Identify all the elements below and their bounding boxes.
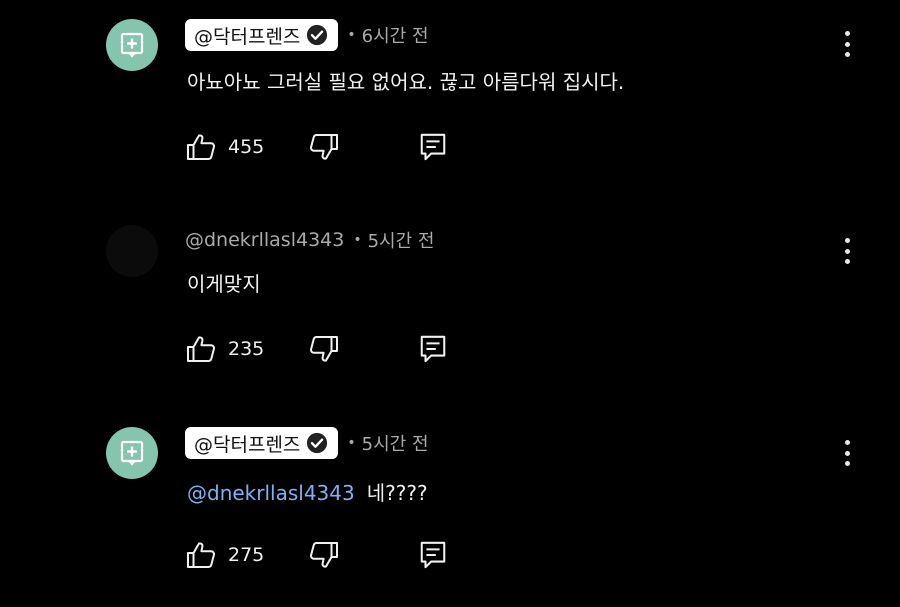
avatar[interactable]: [106, 427, 158, 479]
like-count: 455: [228, 136, 265, 158]
thumbs-down-icon: [308, 333, 340, 365]
channel-logo-icon: [119, 32, 145, 58]
comment-actions: 455: [185, 129, 449, 165]
author-name-chip[interactable]: @닥터프렌즈: [185, 19, 339, 51]
comment-header: @닥터프렌즈 • 5시간 전: [185, 426, 429, 460]
thumbs-down-icon: [308, 131, 340, 163]
thumbs-up-icon: [185, 333, 217, 365]
comment-text: 이게맞지: [187, 272, 261, 296]
comment-actions: 275: [185, 537, 449, 573]
author-name-chip[interactable]: @닥터프렌즈: [185, 427, 339, 459]
mention-link[interactable]: @dnekrllasl4343: [187, 481, 355, 505]
verified-check-icon: [306, 432, 328, 454]
comment-time[interactable]: 5시간 전: [362, 430, 429, 456]
comment-text: @dnekrllasl4343 네????: [187, 477, 428, 506]
separator-dot: •: [347, 435, 356, 451]
dislike-button[interactable]: [308, 333, 340, 365]
like-button[interactable]: [185, 539, 217, 571]
thumbs-down-icon: [308, 539, 340, 571]
more-options-button[interactable]: [834, 29, 860, 59]
more-options-button[interactable]: [834, 236, 860, 266]
author-name[interactable]: @dnekrllasl4343: [185, 229, 344, 251]
reply-comment-icon: [418, 131, 448, 163]
comment-time[interactable]: 5시간 전: [368, 227, 435, 253]
comment-time[interactable]: 6시간 전: [362, 22, 429, 48]
separator-dot: •: [347, 27, 356, 43]
reply-button[interactable]: [417, 333, 449, 365]
avatar[interactable]: [106, 19, 158, 71]
comment-header: @닥터프렌즈 • 6시간 전: [185, 18, 429, 52]
reply-button[interactable]: [417, 131, 449, 163]
reply-comment-icon: [418, 539, 448, 571]
author-name: @닥터프렌즈: [194, 433, 301, 456]
more-options-button[interactable]: [834, 438, 860, 468]
like-count: 275: [228, 544, 265, 566]
thumbs-up-icon: [185, 539, 217, 571]
reply-comment-icon: [418, 333, 448, 365]
more-vertical-icon: [844, 238, 850, 243]
more-vertical-icon: [844, 440, 850, 445]
like-button[interactable]: [185, 131, 217, 163]
dislike-button[interactable]: [308, 131, 340, 163]
channel-logo-icon: [119, 440, 145, 466]
reply-button[interactable]: [417, 539, 449, 571]
thumbs-up-icon: [185, 131, 217, 163]
avatar[interactable]: [106, 225, 158, 277]
like-button[interactable]: [185, 333, 217, 365]
separator-dot: •: [353, 232, 362, 248]
comment-body: 네????: [366, 481, 428, 505]
like-count: 235: [228, 338, 265, 360]
dislike-button[interactable]: [308, 539, 340, 571]
comment-header: @dnekrllasl4343 • 5시간 전: [185, 223, 434, 257]
comment-actions: 235: [185, 331, 449, 367]
author-name: @닥터프렌즈: [194, 25, 301, 48]
more-vertical-icon: [844, 31, 850, 36]
comment-text: 아뇨아뇨 그러실 필요 없어요. 끊고 아름다워 집시다.: [187, 70, 625, 94]
verified-check-icon: [306, 24, 328, 46]
